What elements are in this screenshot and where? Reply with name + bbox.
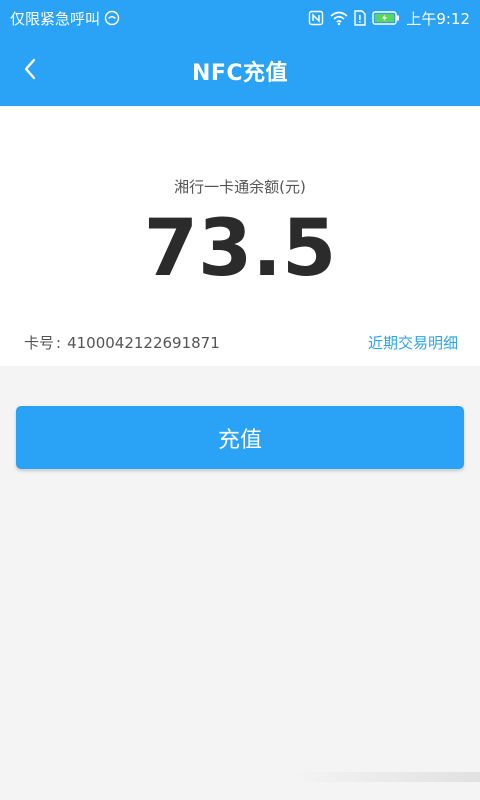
bottom-shade — [290, 772, 480, 782]
card-number-separator: : — [56, 334, 62, 352]
page-title: NFC充值 — [191, 61, 289, 86]
balance-card: 湘行一卡通余额(元) 73.5 卡号:4100042122691871 近期交易… — [0, 106, 480, 366]
card-number-value: 4100042122691871 — [67, 334, 220, 352]
app-bar: NFC充值 — [0, 36, 480, 106]
sim-icon — [354, 10, 367, 26]
nfc-icon — [308, 10, 324, 26]
status-bar: 仅限紧急呼叫 上午9:12 — [0, 0, 480, 36]
card-number-row: 卡号:4100042122691871 — [24, 332, 220, 353]
balance-label: 湘行一卡通余额(元) — [174, 178, 306, 196]
recharge-button[interactable]: 充值 — [16, 406, 464, 469]
emergency-icon — [104, 10, 120, 26]
battery-charging-icon — [372, 11, 400, 25]
carrier-text: 仅限紧急呼叫 — [10, 9, 101, 28]
card-number-label: 卡号 — [24, 334, 55, 352]
recent-transactions-link[interactable]: 近期交易明细 — [368, 332, 458, 353]
status-bar-right: 上午9:12 — [308, 8, 470, 29]
clock-text: 上午9:12 — [406, 9, 470, 28]
wifi-icon — [330, 11, 348, 26]
balance-value: 73.5 — [143, 204, 337, 294]
status-bar-left: 仅限紧急呼叫 — [10, 8, 120, 29]
